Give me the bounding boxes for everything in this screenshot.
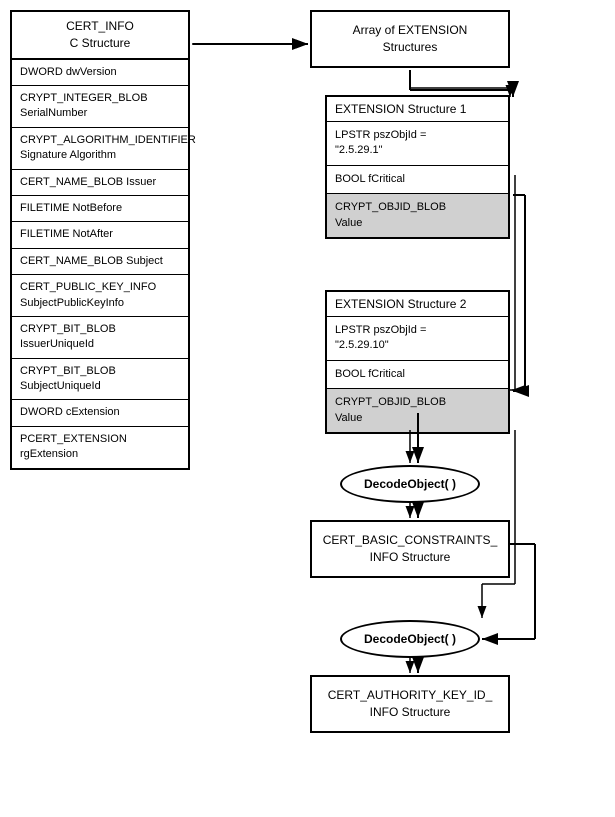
ext2-row2: BOOL fCritical <box>327 361 508 389</box>
authority-key-line2: INFO Structure <box>370 705 451 719</box>
array-box-line2: Structures <box>383 40 438 54</box>
cert-row-11: PCERT_EXTENSION rgExtension <box>12 427 188 468</box>
array-box-line1: Array of EXTENSION <box>353 23 468 37</box>
cert-row-4: FILETIME NotBefore <box>12 196 188 222</box>
cert-row-3: CERT_NAME_BLOB Issuer <box>12 170 188 196</box>
cert-basic-constraints-box: CERT_BASIC_CONSTRAINTS_ INFO Structure <box>310 520 510 578</box>
basic-constraints-line2: INFO Structure <box>370 550 451 564</box>
cert-info-title: CERT_INFO C Structure <box>12 12 188 60</box>
ext2-row3: CRYPT_OBJID_BLOB Value <box>327 389 508 432</box>
extension-structure-2: EXTENSION Structure 2 LPSTR pszObjId = "… <box>325 290 510 434</box>
ext2-title: EXTENSION Structure 2 <box>327 292 508 317</box>
cert-info-title-line2: C Structure <box>70 36 131 50</box>
basic-constraints-line1: CERT_BASIC_CONSTRAINTS_ <box>323 533 498 547</box>
cert-authority-key-box: CERT_AUTHORITY_KEY_ID_ INFO Structure <box>310 675 510 733</box>
cert-info-box: CERT_INFO C Structure DWORD dwVersion CR… <box>10 10 190 470</box>
ext1-row3: CRYPT_OBJID_BLOB Value <box>327 194 508 237</box>
cert-row-6: CERT_NAME_BLOB Subject <box>12 249 188 275</box>
ext2-row1: LPSTR pszObjId = "2.5.29.10" <box>327 317 508 361</box>
decode-object-2: DecodeObject( ) <box>340 620 480 658</box>
array-box: Array of EXTENSION Structures <box>310 10 510 68</box>
extension-structure-1: EXTENSION Structure 1 LPSTR pszObjId = "… <box>325 95 510 239</box>
cert-row-5: FILETIME NotAfter <box>12 222 188 248</box>
ext1-row2: BOOL fCritical <box>327 166 508 194</box>
cert-row-10: DWORD cExtension <box>12 400 188 426</box>
cert-row-0: DWORD dwVersion <box>12 60 188 86</box>
ext1-title: EXTENSION Structure 1 <box>327 97 508 122</box>
cert-row-7: CERT_PUBLIC_KEY_INFO SubjectPublicKeyInf… <box>12 275 188 317</box>
decode-object-1: DecodeObject( ) <box>340 465 480 503</box>
diagram-container: CERT_INFO C Structure DWORD dwVersion CR… <box>0 0 615 817</box>
cert-row-9: CRYPT_BIT_BLOB SubjectUniqueId <box>12 359 188 401</box>
cert-row-2: CRYPT_ALGORITHM_IDENTIFIER Signature Alg… <box>12 128 188 170</box>
cert-row-8: CRYPT_BIT_BLOB IssuerUniqueId <box>12 317 188 359</box>
authority-key-line1: CERT_AUTHORITY_KEY_ID_ <box>328 688 493 702</box>
ext1-row1: LPSTR pszObjId = "2.5.29.1" <box>327 122 508 166</box>
cert-info-title-line1: CERT_INFO <box>66 19 134 33</box>
cert-row-1: CRYPT_INTEGER_BLOB SerialNumber <box>12 86 188 128</box>
